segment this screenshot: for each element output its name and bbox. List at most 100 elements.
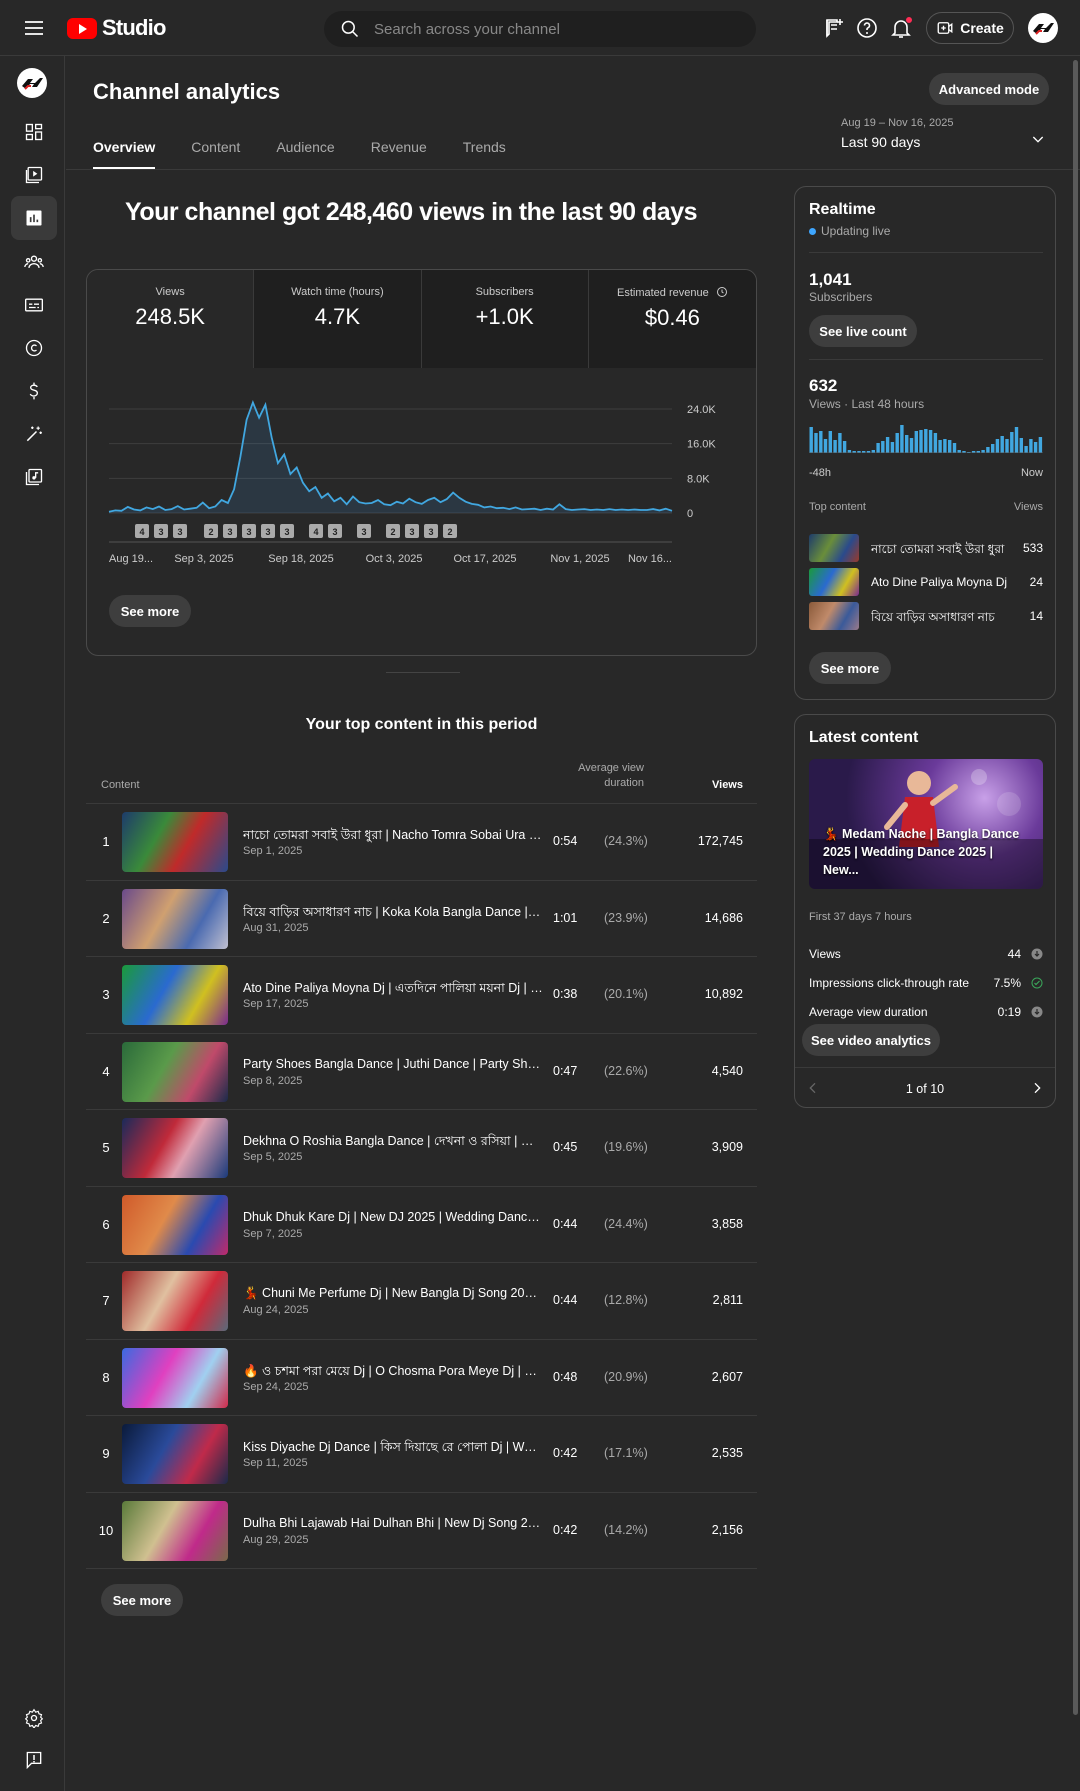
studio-logo[interactable]: Studio	[67, 15, 166, 41]
video-thumbnail[interactable]	[122, 1424, 228, 1484]
account-avatar[interactable]	[1028, 13, 1058, 43]
realtime-bar	[1005, 439, 1009, 453]
metric-label: Watch time (hours)	[291, 286, 384, 298]
youtube-play-icon	[67, 17, 97, 39]
realtime-bar	[809, 427, 813, 453]
table-row[interactable]: 1 নাচো তোমরা সবাই উরা ধুরা | Nacho Tomra …	[86, 804, 757, 881]
video-title[interactable]: বিয়ে বাড়ির অসাধারণ নাচ | Koka Kola Ban…	[243, 904, 543, 924]
video-title[interactable]: Kiss Diyache Dj Dance | কিস দিয়াছে রে প…	[243, 1439, 543, 1459]
sidebar-item-settings[interactable]	[11, 1696, 57, 1740]
channel-avatar[interactable]	[17, 68, 47, 98]
video-title[interactable]: Dekhna O Roshia Bangla Dance | দেখনা ও র…	[243, 1133, 543, 1153]
see-video-analytics-button[interactable]: See video analytics	[802, 1024, 940, 1056]
tab-overview[interactable]: Overview	[93, 139, 156, 169]
metric-value: 4.7K	[314, 304, 360, 329]
x-tick-label: Nov 16...	[628, 553, 672, 565]
header-content: Content	[101, 779, 140, 791]
table-row[interactable]: 10 Dulha Bhi Lajawab Hai Dulhan Bhi | New…	[86, 1493, 757, 1569]
video-thumbnail[interactable]	[122, 1500, 228, 1561]
help-icon[interactable]	[855, 16, 879, 40]
table-row[interactable]: 9 Kiss Diyache Dj Dance | কিস দিয়াছে রে …	[86, 1416, 757, 1493]
sidebar-item-content[interactable]	[11, 153, 57, 197]
tab-trends[interactable]: Trends	[463, 139, 506, 169]
chevron-right-icon[interactable]	[1029, 1080, 1045, 1096]
video-title[interactable]: 💃 Chuni Me Perfume Dj | New Bangla Dj So…	[243, 1286, 543, 1301]
video-title[interactable]: Dulha Bhi Lajawab Hai Dulhan Bhi | New D…	[243, 1516, 543, 1530]
table-row[interactable]: 3 Ato Dine Paliya Moyna Dj | এতদিনে পালিয…	[86, 957, 757, 1034]
sidebar-item-community[interactable]	[11, 240, 57, 284]
latest-video-thumbnail[interactable]: 💃 Medam Nache | Bangla Dance 2025 | Wedd…	[809, 759, 1043, 889]
video-title[interactable]: Dhuk Dhuk Kare Dj | New DJ 2025 | Weddin…	[243, 1210, 543, 1224]
tab-revenue[interactable]: Revenue	[371, 139, 427, 169]
realtime-bar	[890, 442, 895, 453]
sidebar-item-audio-library[interactable]	[11, 455, 57, 499]
video-title[interactable]: Ato Dine Paliya Moyna Dj | এতদিনে পালিয়…	[243, 980, 543, 1000]
metric-label: Views	[155, 286, 185, 298]
advanced-mode-button[interactable]: Advanced mode	[929, 73, 1049, 105]
table-row[interactable]: 6 Dhuk Dhuk Kare Dj | New DJ 2025 | Weddi…	[86, 1187, 757, 1263]
overview-see-more-button[interactable]: See more	[109, 595, 191, 627]
see-live-count-button[interactable]: See live count	[809, 315, 917, 347]
sidebar-item-customization[interactable]	[11, 412, 57, 456]
video-title[interactable]: নাচো তোমরা সবাই উরা ধুরা | Nacho Tomra S…	[243, 827, 543, 847]
metric-views[interactable]: Views 248.5K	[87, 270, 255, 368]
table-row[interactable]: 5 Dekhna O Roshia Bangla Dance | দেখনা ও …	[86, 1110, 757, 1187]
search-icon	[340, 19, 360, 39]
sidebar-item-analytics[interactable]	[11, 196, 57, 240]
avg-duration: 0:38	[553, 987, 578, 1001]
sidebar-item-subtitles[interactable]	[11, 283, 57, 327]
search-bar[interactable]	[324, 11, 756, 47]
realtime-item[interactable]: বিয়ে বাড়ির অসাধারণ নাচ 14	[809, 602, 1043, 630]
table-row[interactable]: 4 Party Shoes Bangla Dance | Juthi Dance …	[86, 1034, 757, 1110]
video-views: 2,535	[711, 1446, 743, 1460]
top-content-title: Your top content in this period	[305, 716, 538, 733]
menu-icon[interactable]	[22, 16, 46, 40]
video-thumbnail[interactable]	[122, 965, 228, 1025]
sidebar-item-dashboard[interactable]	[11, 110, 57, 154]
create-button[interactable]: Create	[926, 12, 1014, 44]
video-thumbnail[interactable]	[122, 1347, 228, 1408]
video-thumbnail[interactable]	[122, 888, 228, 949]
analytics-icon	[24, 208, 44, 228]
realtime-item[interactable]: নাচো তোমরা সবাই উরা ধুরা 533	[809, 534, 1043, 562]
realtime-item[interactable]: Ato Dine Paliya Moyna Dj 24	[809, 568, 1043, 596]
realtime-bar	[924, 429, 928, 453]
realtime-bar	[819, 431, 823, 453]
notifications-icon[interactable]	[889, 16, 913, 40]
table-row[interactable]: 8 🔥 ও চশমা পরা মেয়ে Dj | O Chosma Pora M…	[86, 1340, 757, 1416]
metric-revenue[interactable]: Estimated revenue $0.46	[588, 270, 756, 368]
video-thumbnail[interactable]	[122, 1041, 228, 1102]
top-content-see-more-button[interactable]: See more	[101, 1584, 183, 1616]
x-tick-label: Aug 19...	[109, 553, 153, 565]
avg-percent: (20.9%)	[604, 1369, 648, 1384]
video-thumbnail[interactable]	[122, 1118, 228, 1178]
realtime-bar-chart[interactable]	[809, 423, 1043, 453]
feedback-icon[interactable]	[822, 16, 846, 40]
tab-content[interactable]: Content	[191, 139, 240, 169]
page-scrollbar[interactable]	[1073, 60, 1078, 1715]
metric-subscribers[interactable]: Subscribers +1.0K	[421, 270, 589, 368]
realtime-bar	[838, 433, 842, 453]
metric-watch-time[interactable]: Watch time (hours) 4.7K	[254, 270, 422, 368]
date-range-picker[interactable]: Aug 19 – Nov 16, 2025 Last 90 days	[841, 117, 1051, 157]
video-title[interactable]: 🔥 ও চশমা পরা মেয়ে Dj | O Chosma Pora Me…	[243, 1363, 543, 1383]
video-title[interactable]: Party Shoes Bangla Dance | Juthi Dance |…	[243, 1057, 543, 1071]
latest-stat-ctr: Impressions click-through rate 7.5%	[809, 976, 1043, 990]
sidebar-item-earn[interactable]	[11, 369, 57, 413]
sidebar-item-feedback[interactable]	[11, 1738, 57, 1782]
realtime-bar	[928, 430, 933, 453]
tab-audience[interactable]: Audience	[276, 139, 334, 169]
realtime-bar	[995, 439, 1000, 453]
table-row[interactable]: 7 💃 Chuni Me Perfume Dj | New Bangla Dj S…	[86, 1263, 757, 1340]
views-chart[interactable]: 24.0K 16.0K 8.0K 0 4 3 3 2 3 3 3 3 4 3 3 2 3 3 2 Aug 19... S…	[87, 368, 756, 568]
avg-percent: (24.3%)	[604, 834, 648, 848]
sidebar-item-copyright[interactable]	[11, 326, 57, 370]
table-row[interactable]: 2 বিয়ে বাড়ির অসাধারণ নাচ | Koka Kola Ba…	[86, 881, 757, 957]
video-thumbnail[interactable]	[122, 1194, 228, 1255]
video-thumbnail[interactable]	[122, 812, 228, 872]
header-views[interactable]: Views	[712, 779, 743, 791]
stat-value: 7.5%	[993, 976, 1021, 990]
realtime-see-more-button[interactable]: See more	[809, 652, 891, 684]
video-thumbnail[interactable]	[122, 1271, 228, 1331]
search-input[interactable]	[374, 20, 744, 38]
